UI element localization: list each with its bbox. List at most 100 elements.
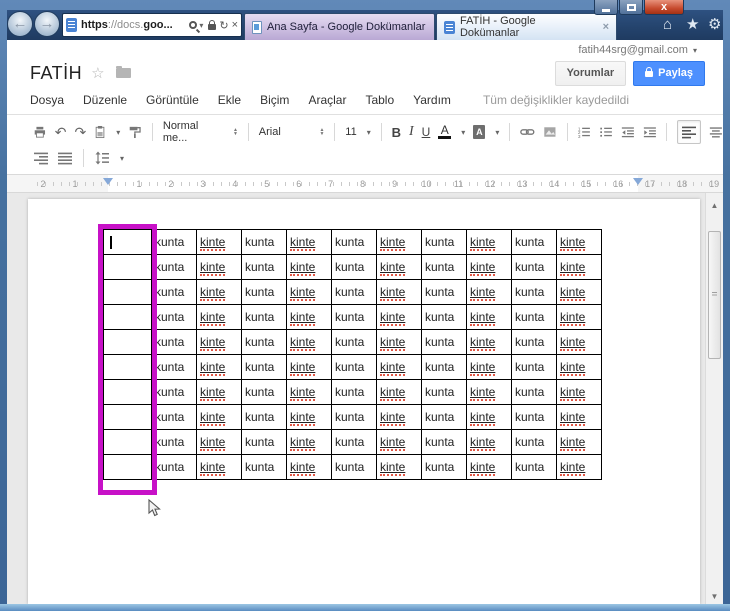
table-cell[interactable]: kunta (421, 254, 467, 280)
minimize-button[interactable] (594, 0, 618, 15)
menu-araçlar[interactable]: Araçlar (308, 93, 346, 107)
table-cell[interactable]: kinte (556, 304, 602, 330)
table-cell[interactable]: kinte (196, 379, 242, 405)
table-cell[interactable]: kunta (241, 404, 287, 430)
undo-icon[interactable]: ↶ (55, 125, 67, 139)
settings-gear-icon[interactable]: ⚙ (708, 17, 721, 33)
justify-icon[interactable] (57, 150, 73, 166)
insert-link-icon[interactable] (520, 124, 535, 140)
table-cell[interactable]: kinte (286, 304, 332, 330)
paint-format-icon[interactable] (128, 124, 142, 140)
table-cell[interactable]: kinte (556, 454, 602, 480)
menu-dosya[interactable]: Dosya (30, 93, 64, 107)
table-cell[interactable]: kinte (376, 229, 422, 255)
table-cell[interactable]: kunta (421, 379, 467, 405)
table-cell[interactable]: kunta (331, 254, 377, 280)
table-cell[interactable]: kunta (421, 404, 467, 430)
table-cell[interactable]: kunta (331, 304, 377, 330)
table-cell[interactable]: kunta (511, 379, 557, 405)
text-color-dropdown-icon[interactable]: ▾ (461, 128, 465, 137)
indent-marker-left-icon[interactable] (103, 178, 113, 185)
table-cell[interactable]: kunta (241, 279, 287, 305)
ruler[interactable]: 2 1 1 2 3 4 5 6 7 8 9 10 11 12 13 14 15 16 17 18 19 (7, 175, 723, 193)
share-button[interactable]: Paylaş (633, 60, 705, 86)
tab-close-icon[interactable]: × (603, 21, 609, 33)
table-cell[interactable]: kunta (151, 429, 197, 455)
table-cell[interactable]: kinte (466, 454, 512, 480)
close-button[interactable]: x (644, 0, 684, 15)
table-cell[interactable]: kunta (511, 429, 557, 455)
tab-fatih-active[interactable]: FATİH - Google Dokümanlar × (436, 13, 617, 40)
table-cell[interactable]: kinte (376, 304, 422, 330)
address-bar[interactable]: https://docs.goo... ▾ ↻ × (62, 13, 242, 37)
menu-düzenle[interactable]: Düzenle (83, 93, 127, 107)
table-cell[interactable]: kunta (151, 279, 197, 305)
table-cell[interactable]: kinte (196, 329, 242, 355)
tab-ana-sayfa[interactable]: Ana Sayfa - Google Dokümanlar (244, 13, 435, 40)
menu-yardım[interactable]: Yardım (413, 93, 451, 107)
table-cell[interactable]: kunta (421, 329, 467, 355)
table-cell[interactable] (103, 404, 152, 430)
table-cell[interactable] (103, 229, 152, 255)
table-cell[interactable]: kinte (196, 304, 242, 330)
table-cell[interactable]: kinte (466, 279, 512, 305)
table-cell[interactable]: kinte (466, 254, 512, 280)
document-title[interactable]: FATİH (30, 63, 82, 84)
favorites-star-icon[interactable]: ★ (686, 17, 699, 33)
table-cell[interactable]: kinte (286, 329, 332, 355)
table-cell[interactable]: kunta (151, 379, 197, 405)
table-cell[interactable] (103, 454, 152, 480)
table-cell[interactable]: kinte (466, 304, 512, 330)
table-cell[interactable]: kunta (331, 429, 377, 455)
table-cell[interactable]: kunta (151, 254, 197, 280)
table-cell[interactable]: kunta (421, 354, 467, 380)
menu-biçim[interactable]: Biçim (260, 93, 289, 107)
table-cell[interactable] (103, 354, 152, 380)
table-cell[interactable]: kinte (286, 254, 332, 280)
table-cell[interactable]: kinte (376, 354, 422, 380)
table-cell[interactable]: kinte (286, 354, 332, 380)
comments-button[interactable]: Yorumlar (554, 60, 627, 86)
decrease-indent-icon[interactable] (621, 124, 635, 140)
scrollbar-thumb[interactable] (708, 231, 721, 359)
table-cell[interactable]: kinte (286, 429, 332, 455)
forward-button[interactable]: → (34, 11, 60, 37)
vertical-scrollbar[interactable]: ▲ ▼ (705, 193, 723, 604)
refresh-icon[interactable]: ↻ (219, 19, 228, 32)
font-select[interactable]: Arial (259, 126, 304, 138)
move-to-folder-icon[interactable] (115, 66, 131, 78)
table-cell[interactable]: kunta (151, 229, 197, 255)
table-cell[interactable] (103, 429, 152, 455)
table-cell[interactable]: kunta (511, 454, 557, 480)
menu-tablo[interactable]: Tablo (365, 93, 394, 107)
table-cell[interactable]: kunta (241, 379, 287, 405)
table-cell[interactable]: kinte (556, 254, 602, 280)
numbered-list-icon[interactable]: 123 (577, 124, 591, 140)
menu-ekle[interactable]: Ekle (218, 93, 241, 107)
table-cell[interactable]: kunta (511, 329, 557, 355)
scroll-down-icon[interactable]: ▼ (706, 592, 723, 601)
redo-icon[interactable]: ↷ (74, 125, 86, 139)
table-cell[interactable]: kunta (241, 229, 287, 255)
table-cell[interactable]: kinte (556, 354, 602, 380)
table-cell[interactable] (103, 379, 152, 405)
table-cell[interactable]: kunta (511, 404, 557, 430)
table-cell[interactable]: kunta (151, 454, 197, 480)
table-cell[interactable]: kinte (376, 429, 422, 455)
table-cell[interactable]: kunta (421, 454, 467, 480)
table-cell[interactable]: kinte (466, 404, 512, 430)
table-cell[interactable]: kunta (331, 379, 377, 405)
italic-button[interactable]: I (409, 124, 414, 140)
table-cell[interactable]: kunta (331, 354, 377, 380)
align-right-icon[interactable] (33, 150, 49, 166)
home-icon[interactable]: ⌂ (663, 17, 672, 33)
table-cell[interactable]: kunta (241, 429, 287, 455)
account-email[interactable]: fatih44srg@gmail.com (578, 44, 688, 56)
search-icon[interactable] (189, 21, 198, 29)
table-cell[interactable]: kinte (196, 404, 242, 430)
table-cell[interactable]: kinte (286, 379, 332, 405)
table-cell[interactable]: kunta (241, 329, 287, 355)
align-left-button[interactable] (677, 120, 702, 144)
table-cell[interactable] (103, 304, 152, 330)
table-cell[interactable]: kunta (151, 404, 197, 430)
